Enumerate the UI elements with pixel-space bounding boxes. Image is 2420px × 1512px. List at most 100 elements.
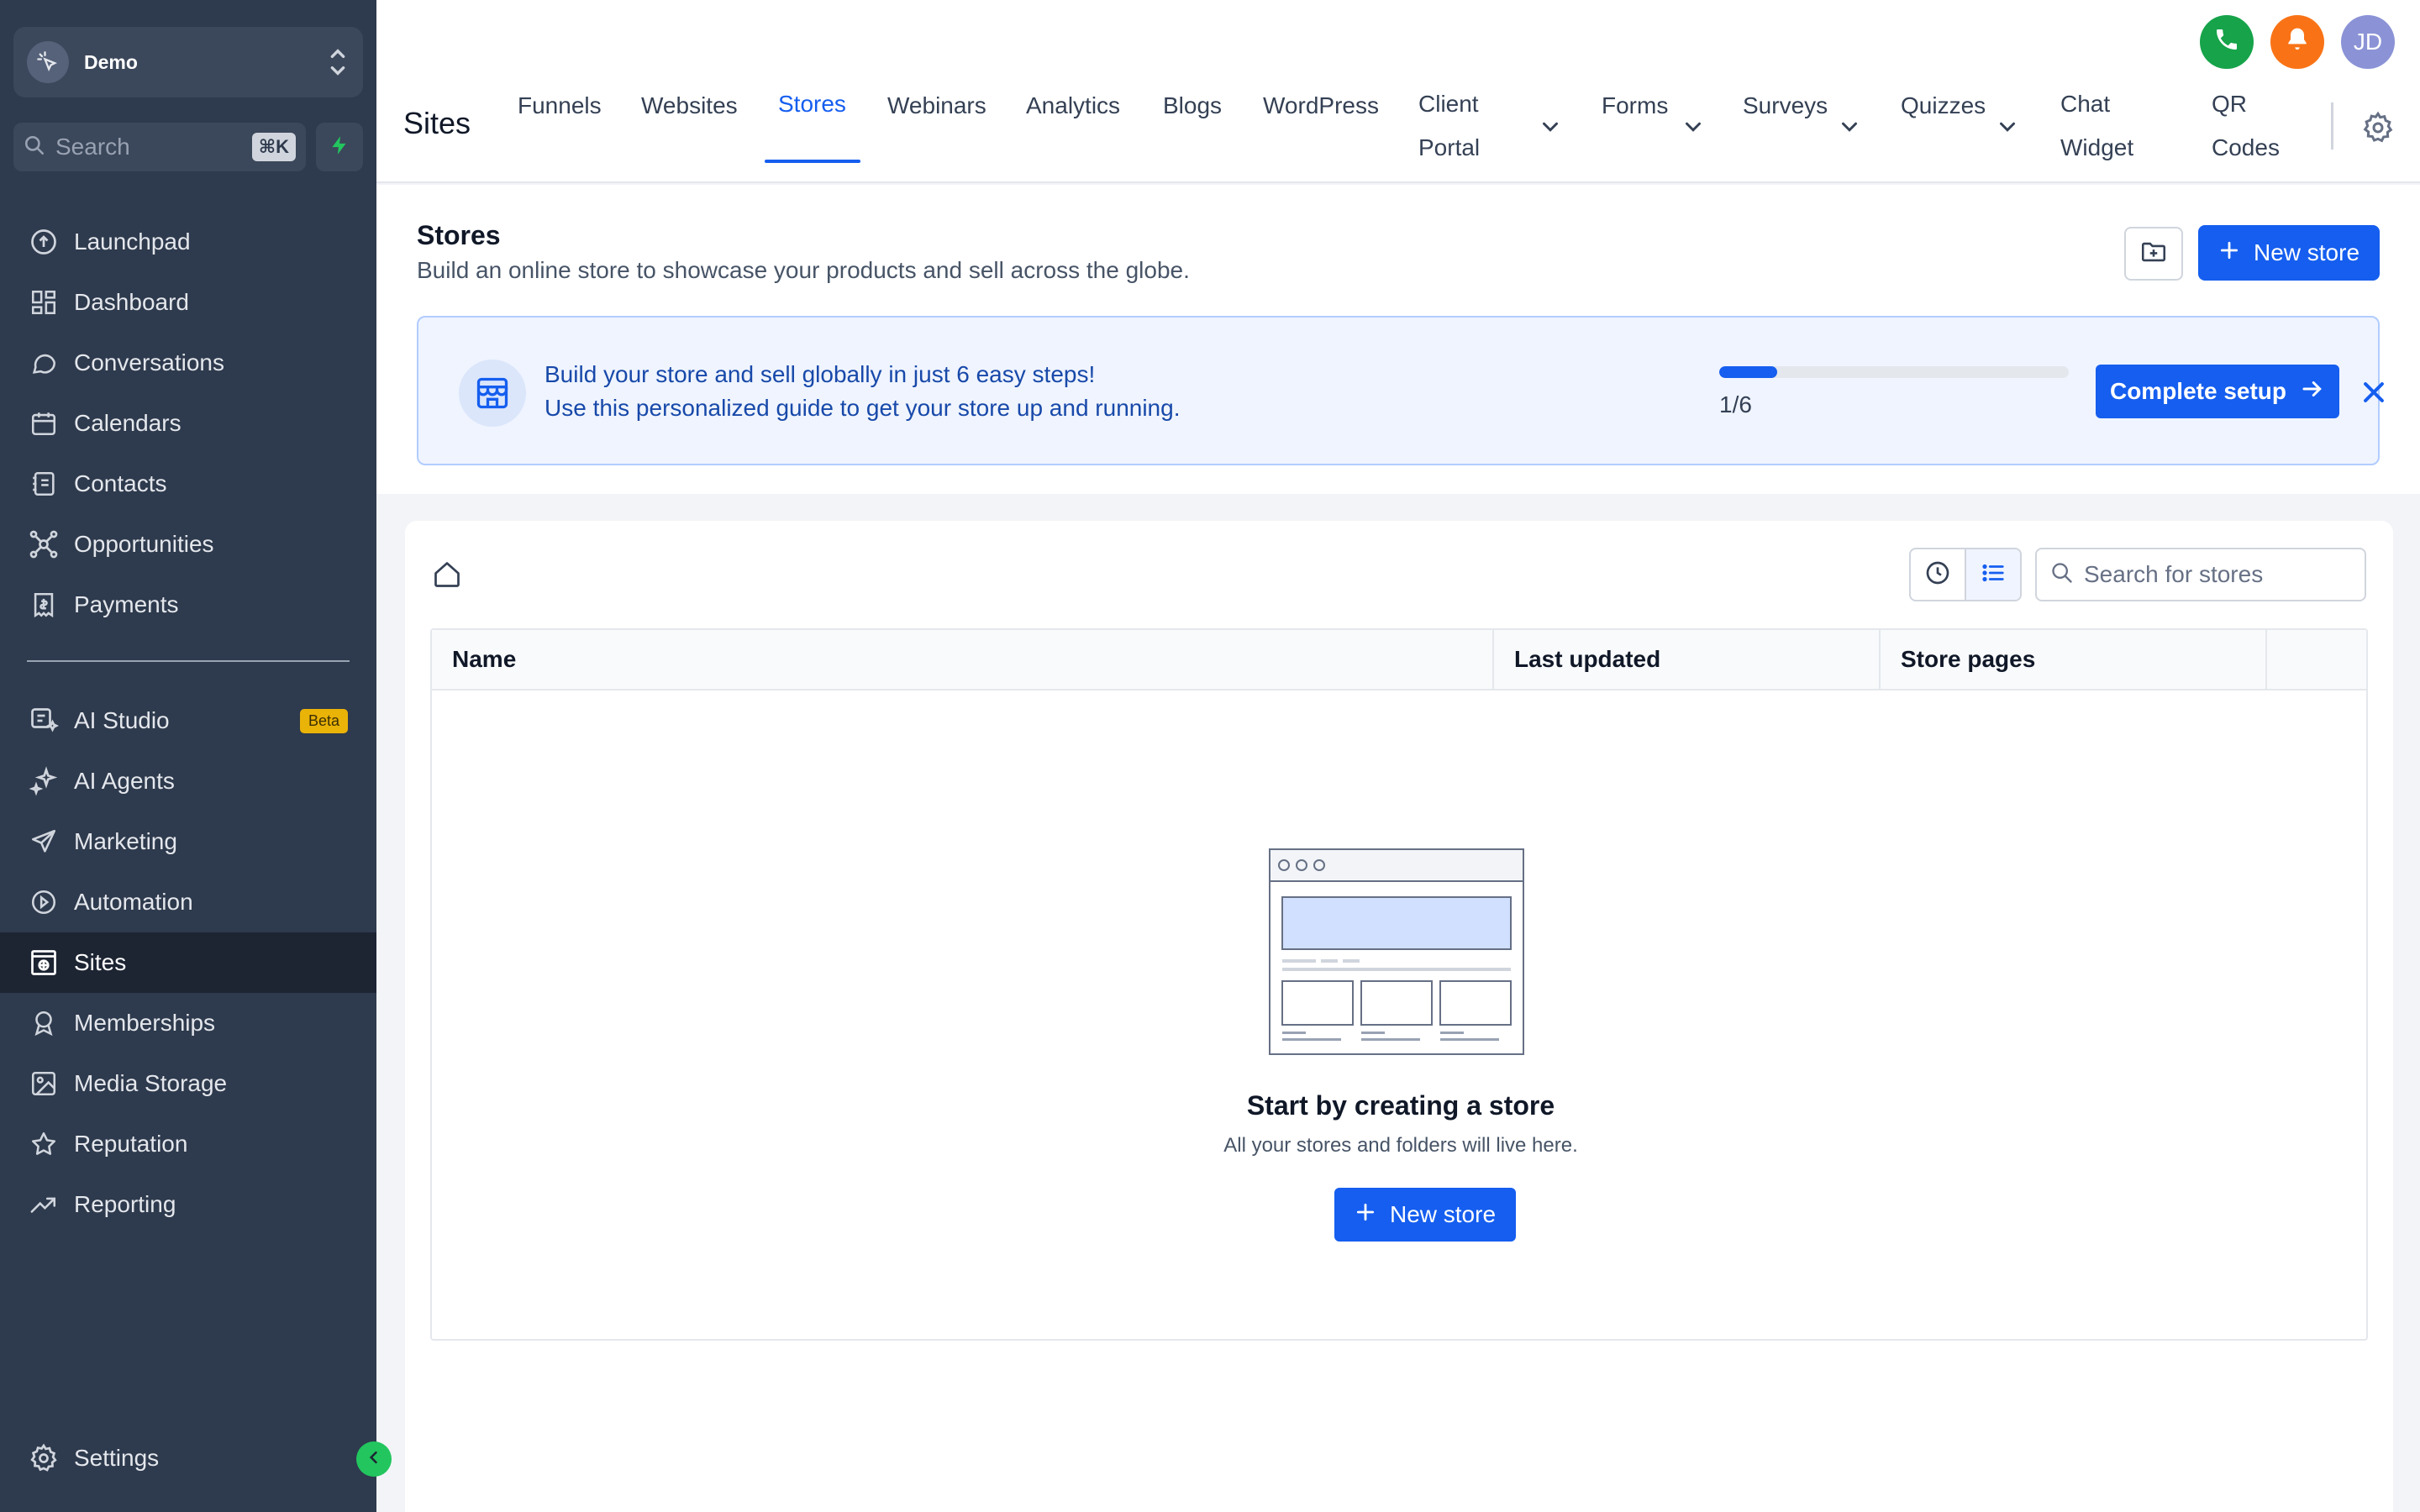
tab-chat-widget-line1: Chat: [2060, 91, 2111, 117]
chat-bubble-icon: [27, 346, 60, 380]
recent-view-button[interactable]: [1911, 549, 1965, 600]
bell-icon: [2284, 26, 2311, 59]
sidebar-nav-secondary: AI Studio Beta AI Agents Marketing Autom…: [0, 690, 376, 1235]
dashboard-icon: [27, 286, 60, 319]
tab-surveys-label: Surveys: [1743, 92, 1828, 118]
tab-websites[interactable]: Websites: [641, 84, 738, 128]
sidebar-item-media-storage[interactable]: Media Storage: [0, 1053, 376, 1114]
top-navigation: Sites Funnels Websites Stores Webinars A…: [376, 0, 2420, 183]
top-actions: JD: [2200, 15, 2395, 69]
chevron-down-icon: [1543, 122, 1558, 132]
sidebar-item-contacts[interactable]: Contacts: [0, 454, 376, 514]
new-store-empty-button[interactable]: New store: [1334, 1188, 1516, 1242]
setup-guide-banner: Build your store and sell globally in ju…: [417, 316, 2384, 465]
sidebar-item-sites[interactable]: Sites: [0, 932, 376, 993]
sidebar-item-payments[interactable]: Payments: [0, 575, 376, 635]
tab-qr-codes-line1: QR: [2212, 91, 2247, 117]
sidebar-item-reporting[interactable]: Reporting: [0, 1174, 376, 1235]
home-icon[interactable]: [432, 559, 462, 590]
chevron-down-icon: [1842, 122, 1857, 132]
table-header: Name Last updated Store pages: [432, 630, 2366, 690]
sidebar-item-label: Payments: [74, 591, 179, 617]
arrow-right-icon: [2300, 376, 2325, 407]
stores-table: Name Last updated Store pages Start by c…: [430, 628, 2368, 1341]
sidebar-item-label: Memberships: [74, 1010, 216, 1036]
notifications-button[interactable]: [2270, 15, 2324, 69]
sidebar-item-dashboard[interactable]: Dashboard: [0, 272, 376, 333]
collapse-sidebar-button[interactable]: [356, 1441, 392, 1477]
folder-plus-icon: [2139, 238, 2168, 270]
active-tab-indicator: [765, 160, 860, 163]
list-icon: [1981, 560, 2006, 590]
store-search-field: [2035, 548, 2366, 601]
tab-client-portal-line1: Client: [1418, 91, 1479, 117]
lightning-bolt-icon: [329, 134, 350, 161]
view-toggle: [1909, 548, 2022, 601]
sidebar-item-memberships[interactable]: Memberships: [0, 993, 376, 1053]
sidebar-item-label: AI Agents: [74, 768, 175, 794]
sidebar-item-ai-studio[interactable]: AI Studio Beta: [0, 690, 376, 751]
store-search-input[interactable]: [2084, 561, 2361, 588]
trend-icon: [27, 1188, 60, 1221]
stores-list-card: Name Last updated Store pages: [405, 521, 2393, 1512]
close-icon[interactable]: [2360, 378, 2388, 407]
tab-stores[interactable]: Stores: [778, 82, 846, 126]
sidebar-item-label: Sites: [74, 949, 127, 975]
tab-wordpress[interactable]: WordPress: [1263, 84, 1379, 128]
sidebar-item-automation[interactable]: Automation: [0, 872, 376, 932]
tab-chat-widget-line2: Widget: [2060, 134, 2134, 160]
chevron-left-icon: [366, 1449, 382, 1470]
launchpad-icon: [27, 225, 60, 259]
account-switcher[interactable]: Demo: [13, 27, 363, 97]
banner-subtitle: Use this personalized guide to get your …: [544, 395, 1181, 421]
tab-analytics[interactable]: Analytics: [1026, 84, 1120, 128]
toolbar-divider: [2331, 102, 2333, 150]
gear-icon: [27, 1441, 60, 1475]
clock-icon: [1924, 559, 1951, 591]
sidebar-item-label: Calendars: [74, 410, 182, 436]
gear-icon[interactable]: [2361, 111, 2395, 144]
empty-store-illustration: [1269, 848, 1524, 1055]
page-title: Sites: [403, 106, 471, 140]
section-subtitle: Build an online store to showcase your p…: [417, 257, 1190, 283]
tab-quizzes-label: Quizzes: [1901, 92, 1986, 118]
tab-funnels[interactable]: Funnels: [518, 84, 602, 128]
contacts-icon: [27, 467, 60, 501]
new-store-label: New store: [1389, 1201, 1497, 1227]
new-folder-button[interactable]: [2124, 227, 2183, 281]
empty-state-title: Start by creating a store: [1246, 1090, 1555, 1121]
tab-webinars[interactable]: Webinars: [887, 84, 986, 128]
quick-action-button[interactable]: [316, 123, 363, 171]
list-view-button[interactable]: [1965, 549, 2020, 600]
sidebar-item-launchpad[interactable]: Launchpad: [0, 212, 376, 272]
sidebar-footer: Settings: [0, 1428, 376, 1488]
sidebar-divider: [27, 660, 350, 662]
user-avatar[interactable]: JD: [2341, 15, 2395, 69]
column-store-pages[interactable]: Store pages: [1881, 630, 2267, 689]
sidebar-item-marketing[interactable]: Marketing: [0, 811, 376, 872]
new-store-button[interactable]: New store: [2198, 225, 2380, 281]
stores-header: Stores Build an online store to showcase…: [376, 185, 2420, 494]
setup-progress-fill: [1719, 366, 1778, 378]
column-last-updated[interactable]: Last updated: [1494, 630, 1881, 689]
automation-icon: [27, 885, 60, 919]
sparkle-icon: [27, 764, 60, 798]
tab-blogs[interactable]: Blogs: [1163, 84, 1222, 128]
sidebar-item-opportunities[interactable]: Opportunities: [0, 514, 376, 575]
payments-icon: [27, 588, 60, 622]
opportunities-icon: [27, 528, 60, 561]
sites-icon: [27, 946, 60, 979]
sidebar-item-calendars[interactable]: Calendars: [0, 393, 376, 454]
sidebar-item-settings[interactable]: Settings: [0, 1428, 376, 1488]
image-icon: [27, 1067, 60, 1100]
sidebar-search-input[interactable]: Search ⌘K: [13, 123, 306, 171]
sidebar-item-ai-agents[interactable]: AI Agents: [0, 751, 376, 811]
sidebar-item-reputation[interactable]: Reputation: [0, 1114, 376, 1174]
column-name[interactable]: Name: [432, 630, 1494, 689]
sidebar-item-conversations[interactable]: Conversations: [0, 333, 376, 393]
search-shortcut-badge: ⌘K: [251, 133, 296, 161]
sidebar-item-label: Opportunities: [74, 531, 214, 557]
column-actions: [2267, 630, 2366, 689]
complete-setup-button[interactable]: Complete setup: [2096, 365, 2339, 418]
phone-button[interactable]: [2200, 15, 2254, 69]
